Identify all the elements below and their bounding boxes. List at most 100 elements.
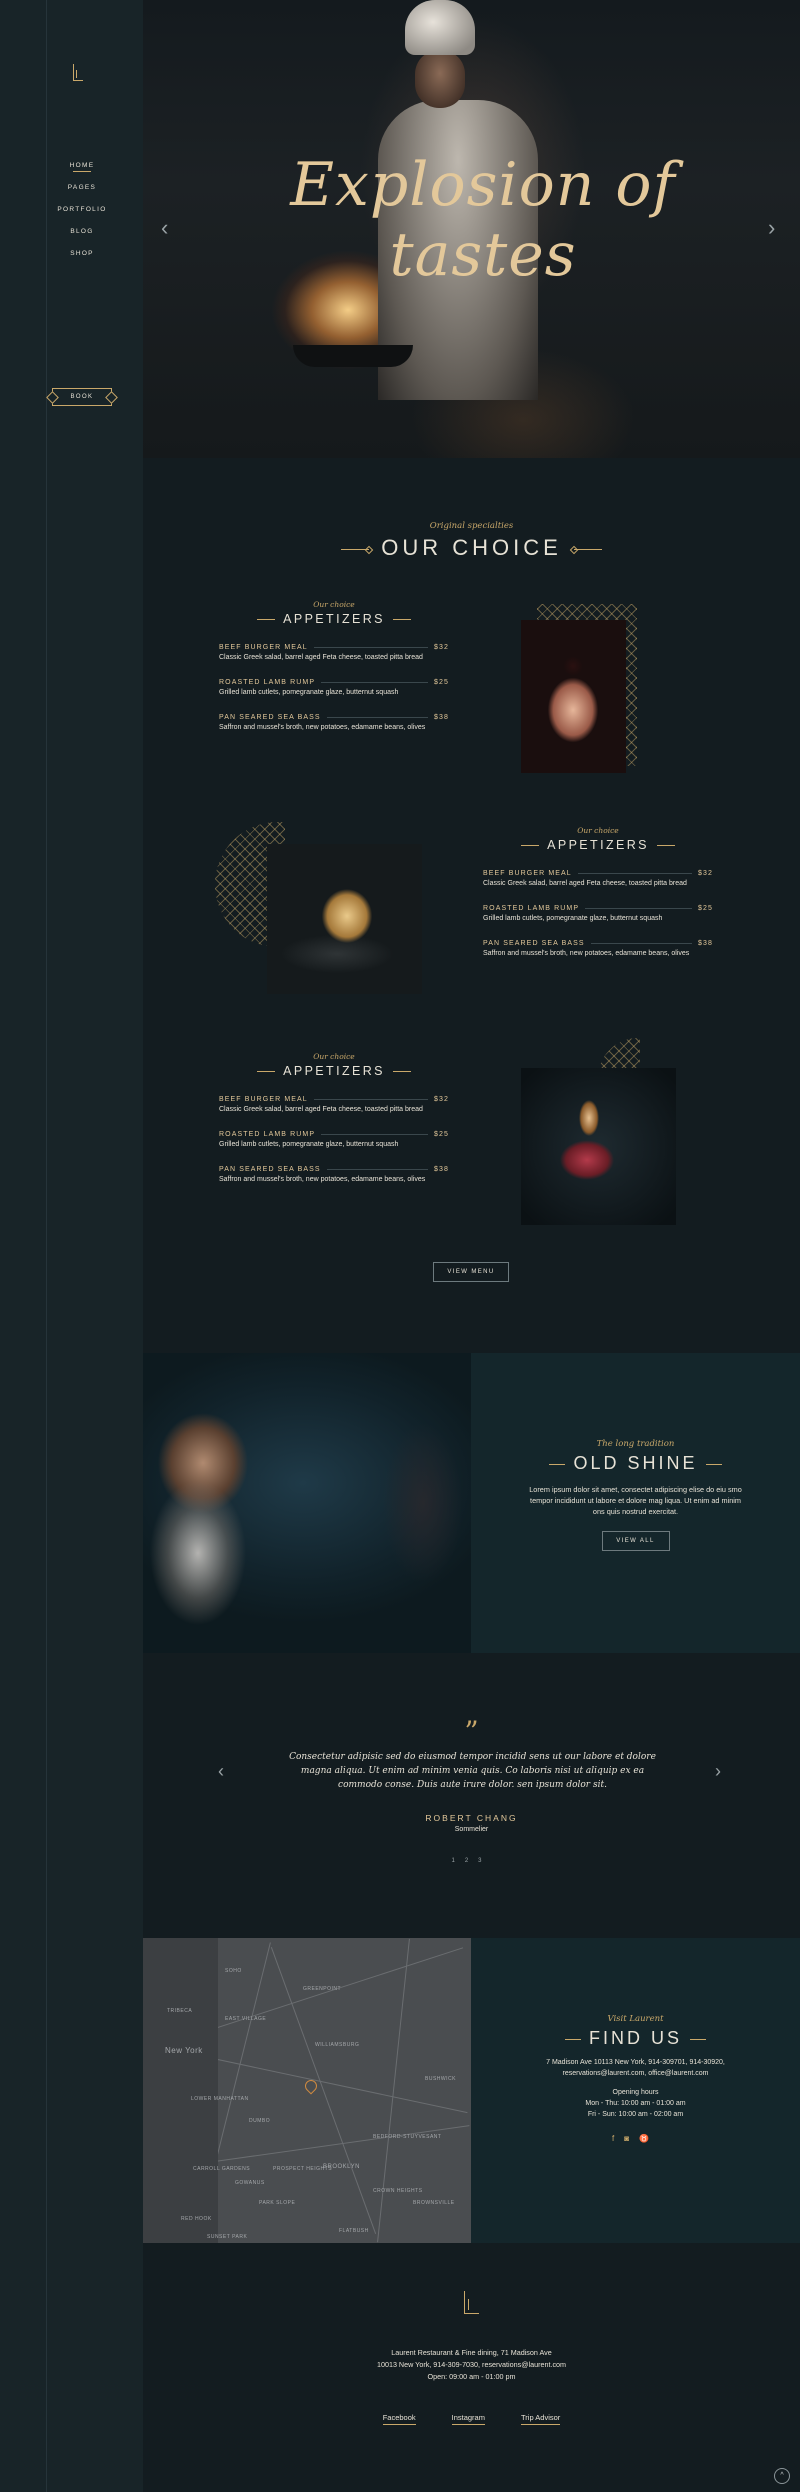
nav-item-portfolio[interactable]: PORTFOLIO <box>40 199 124 221</box>
testimonial-pagination: 123 <box>143 1858 800 1864</box>
menu-item: BEEF BURGER MEAL $32 Classic Greek salad, … <box>219 1096 449 1113</box>
map-label: TRIBECA <box>167 2008 193 2014</box>
item-name: BEEF BURGER MEAL <box>219 644 308 651</box>
nav-item-blog[interactable]: BLOG <box>40 221 124 243</box>
map-label: WILLIAMSBURG <box>315 2042 360 2048</box>
menu-block-1: Our choice APPETIZERS BEEF BURGER MEAL $3… <box>219 600 449 731</box>
menu-item: PAN SEARED SEA BASS $38 Saffron and mussel… <box>219 1166 449 1183</box>
our-choice-kicker: Original specialties <box>429 521 514 531</box>
menu-heading: Our choice APPETIZERS <box>219 600 449 626</box>
map-label: LOWER MANHATTAN <box>191 2096 249 2102</box>
flaming-pan <box>293 345 413 367</box>
item-price: $32 <box>698 870 713 877</box>
menu-heading: Our choice APPETIZERS <box>219 1052 449 1078</box>
footer-link-instagram[interactable]: Instagram <box>451 2413 485 2425</box>
footer-link-tripadvisor[interactable]: Trip Advisor <box>520 2413 561 2425</box>
footer-info: Laurent Restaurant & Fine dining, 71 Mad… <box>143 2347 800 2383</box>
instagram-icon[interactable]: ◙ <box>624 2134 639 2143</box>
item-name: PAN SEARED SEA BASS <box>483 940 585 947</box>
item-desc: Grilled lamb cutlets, pomegranate glaze,… <box>219 689 399 696</box>
nav-item-shop[interactable]: SHOP <box>40 243 124 265</box>
map-label: EAST VILLAGE <box>225 2016 267 2022</box>
item-name: BEEF BURGER MEAL <box>219 1096 308 1103</box>
map-label: GREENPOINT <box>303 1986 342 1992</box>
view-all-button[interactable]: VIEW ALL <box>601 1531 670 1551</box>
book-button[interactable]: BOOK <box>52 388 112 406</box>
couple-dining-photo <box>143 1353 471 1653</box>
chef-hat <box>405 0 475 55</box>
quote-icon: ” <box>464 1715 479 1748</box>
item-price: $38 <box>698 940 713 947</box>
nav-item-home[interactable]: HOME <box>40 155 124 177</box>
item-desc: Saffron and mussel's broth, new potatoes… <box>219 1176 426 1183</box>
item-price: $25 <box>434 679 449 686</box>
map[interactable]: New York GREENPOINT EAST VILLAGE BROOKLY… <box>143 1938 471 2243</box>
menu-item: BEEF BURGER MEAL $32 Classic Greek salad, … <box>483 870 713 887</box>
social-icons: f◙♉ <box>471 2134 800 2143</box>
pasta-photo <box>267 844 422 994</box>
pagination-dot[interactable]: 2 <box>465 1858 478 1864</box>
main-nav: HOME PAGES PORTFOLIO BLOG SHOP <box>40 155 124 265</box>
tripadvisor-icon[interactable]: ♉ <box>639 2134 659 2143</box>
item-price: $25 <box>434 1131 449 1138</box>
testimonial-prev-arrow-icon[interactable]: ‹ <box>218 1761 224 1782</box>
old-shine-title-text: OLD SHINE <box>573 1453 698 1473</box>
old-shine-title: OLD SHINE <box>471 1453 800 1474</box>
map-label: BUSHWICK <box>425 2076 456 2082</box>
facebook-icon[interactable]: f <box>612 2134 624 2143</box>
testimonial-slider: ” Consectetur adipisic sed do eiusmod te… <box>143 1653 800 1938</box>
find-us-content: Visit Laurent FIND US 7 Madison Ave 1011… <box>471 2014 800 2143</box>
item-desc: Saffron and mussel's broth, new potatoes… <box>483 950 690 957</box>
map-label: SOHO <box>225 1968 242 1974</box>
menu-item: ROASTED LAMB RUMP $25 Grilled lamb cutlets… <box>483 905 713 922</box>
hero-prev-arrow-icon[interactable]: ‹ <box>161 215 168 241</box>
map-label: FLATBUSH <box>339 2228 369 2234</box>
view-menu-button[interactable]: VIEW MENU <box>433 1262 509 1282</box>
our-choice-title-text: OUR CHOICE <box>381 535 562 560</box>
map-label: PROSPECT HEIGHTS <box>273 2166 333 2172</box>
find-us-panel: Visit Laurent FIND US 7 Madison Ave 1011… <box>471 1938 800 2243</box>
scroll-top-icon[interactable]: ^ <box>774 2468 790 2484</box>
map-label: CARROLL GARDENS <box>193 2166 251 2172</box>
menu-title-text: APPETIZERS <box>283 612 385 626</box>
item-name: PAN SEARED SEA BASS <box>219 1166 321 1173</box>
menu-title: APPETIZERS <box>483 838 713 852</box>
hero-next-arrow-icon[interactable]: › <box>768 215 775 241</box>
menu-item: PAN SEARED SEA BASS $38 Saffron and mussel… <box>483 940 713 957</box>
item-price: $38 <box>434 714 449 721</box>
testimonial-next-arrow-icon[interactable]: › <box>715 1761 721 1782</box>
dessert-photo <box>521 1068 676 1225</box>
item-price: $25 <box>698 905 713 912</box>
our-choice-heading: Original specialties OUR CHOICE <box>143 521 800 561</box>
testimonial-role: Sommelier <box>454 1826 489 1833</box>
footer-line: Laurent Restaurant & Fine dining, 71 Mad… <box>391 2348 552 2357</box>
pagination-dot[interactable]: 1 <box>451 1858 464 1864</box>
item-desc: Classic Greek salad, barrel aged Feta ch… <box>219 654 423 661</box>
cocktail-photo <box>521 620 626 773</box>
item-desc: Classic Greek salad, barrel aged Feta ch… <box>219 1106 423 1113</box>
testimonial-author: ROBERT CHANG <box>425 1813 518 1823</box>
item-desc: Saffron and mussel's broth, new potatoes… <box>219 724 426 731</box>
item-price: $38 <box>434 1166 449 1173</box>
map-label: BEDFORD-STUYVESANT <box>373 2134 442 2140</box>
old-shine-kicker: The long tradition <box>596 1439 675 1449</box>
email-line: reservations@laurent.com, office@laurent… <box>562 2070 709 2077</box>
chef-face <box>415 50 465 108</box>
menu-item: ROASTED LAMB RUMP $25 Grilled lamb cutlets… <box>219 1131 449 1148</box>
main-content: Explosion of tastes ‹ › Original special… <box>143 0 800 2492</box>
menu-block-3: Our choice APPETIZERS BEEF BURGER MEAL $3… <box>219 1052 449 1183</box>
pagination-dot[interactable]: 3 <box>478 1858 491 1864</box>
footer-logo[interactable] <box>461 2291 481 2317</box>
nav-item-pages[interactable]: PAGES <box>40 177 124 199</box>
logo[interactable] <box>71 64 85 82</box>
item-name: ROASTED LAMB RUMP <box>219 679 316 686</box>
footer-line: Open: 09:00 am - 01:00 pm <box>427 2372 516 2381</box>
footer-link-facebook[interactable]: Facebook <box>382 2413 416 2425</box>
menu-kicker: Our choice <box>313 1052 355 1061</box>
map-label: New York <box>165 2046 203 2055</box>
our-choice-title: OUR CHOICE <box>143 535 800 561</box>
item-name: BEEF BURGER MEAL <box>483 870 572 877</box>
map-label: BROWNSVILLE <box>413 2200 455 2206</box>
map-label: GOWANUS <box>235 2180 265 2186</box>
map-label: RED HOOK <box>181 2216 212 2222</box>
